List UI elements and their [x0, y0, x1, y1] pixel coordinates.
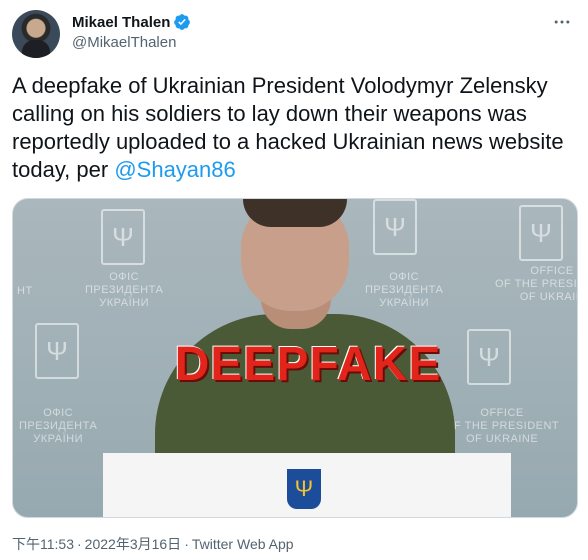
tweet-body: A deepfake of Ukrainian President Volody… [12, 73, 564, 182]
wall-text: ОФІС ПРЕЗИДЕНТА УКРАЇНИ [19, 407, 98, 445]
tweet-media[interactable]: Ψ Ψ Ψ Ψ Ψ НТ ОФІС ПРЕЗИДЕНТА УКРАЇНИ ОФІ… [12, 198, 578, 518]
tweet-source[interactable]: Twitter Web App [192, 536, 294, 552]
trident-icon: Ψ [35, 323, 79, 379]
tweet-date[interactable]: 2022年3月16日 [85, 536, 182, 552]
wall-text: OFFICE OF THE PRESIDENT OF UKRAINE [445, 407, 560, 445]
avatar[interactable] [12, 10, 60, 58]
author-names: Mikael Thalen @MikaelThalen [72, 12, 191, 51]
trident-icon: Ψ [101, 209, 145, 265]
trident-icon: Ψ [287, 469, 321, 509]
mention-link[interactable]: @Shayan86 [114, 157, 235, 182]
trident-icon: Ψ [519, 205, 563, 261]
wall-text: НТ [17, 285, 33, 297]
wall-text: ОФІС ПРЕЗИДЕНТА УКРАЇНИ [85, 271, 164, 309]
verified-badge-icon [174, 14, 191, 30]
more-options-icon[interactable] [548, 12, 576, 32]
display-name[interactable]: Mikael Thalen [72, 14, 170, 31]
wall-text: OFFICE OF THE PRESIDENT OF UKRAIN [495, 265, 578, 303]
display-name-row: Mikael Thalen [72, 12, 191, 32]
wall-text: ОФІС ПРЕЗИДЕНТА УКРАЇНИ [365, 271, 444, 309]
handle[interactable]: @MikaelThalen [72, 34, 191, 51]
trident-icon: Ψ [467, 329, 511, 385]
trident-icon: Ψ [373, 199, 417, 255]
tweet-text: A deepfake of Ukrainian President Volody… [12, 72, 580, 184]
deepfake-overlay-text: DEEPFAKE [174, 338, 442, 391]
tweet-header: Mikael Thalen @MikaelThalen [12, 10, 576, 58]
tweet-time[interactable]: 下午11:53 [12, 536, 74, 552]
tweet-meta: 下午11:53 · 2022年3月16日 · Twitter Web App [12, 536, 294, 552]
person-hair [243, 199, 347, 227]
